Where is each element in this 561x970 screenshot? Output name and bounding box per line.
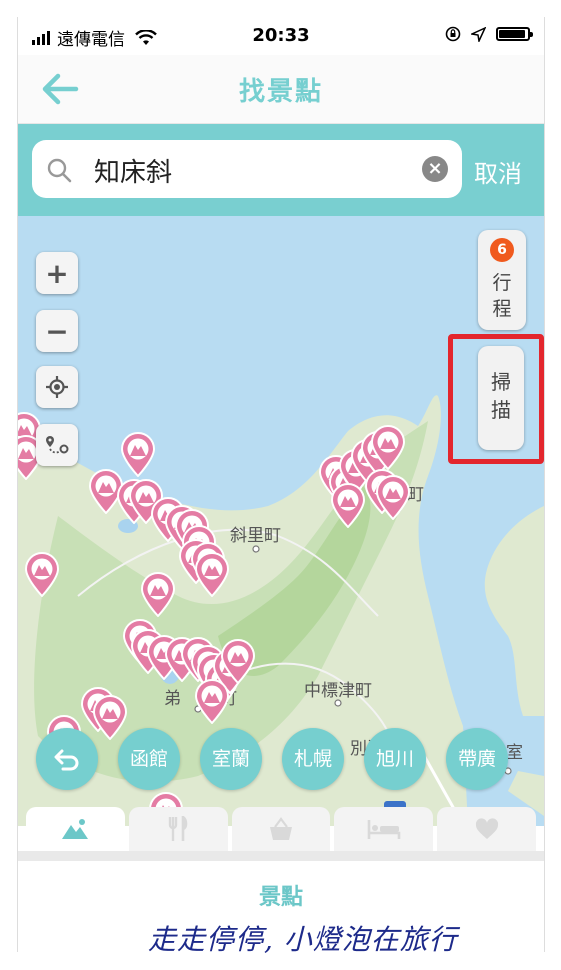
- location-arrow-icon: [471, 26, 486, 42]
- region-asahikawa[interactable]: 旭川: [364, 728, 426, 790]
- attraction-pin[interactable]: [194, 551, 230, 598]
- zoom-in-button[interactable]: +: [36, 252, 78, 294]
- locate-icon: [46, 376, 68, 398]
- route-button[interactable]: [36, 424, 78, 466]
- attraction-pin[interactable]: [194, 678, 230, 725]
- map-label-shari: 斜里町: [230, 526, 281, 546]
- itinerary-button[interactable]: 6 行程: [478, 230, 526, 330]
- cancel-button[interactable]: 取消: [474, 154, 522, 189]
- map-label-teshikaga-a: 弟: [164, 689, 181, 709]
- fork-knife-icon: [168, 816, 188, 841]
- attraction-pin[interactable]: [120, 431, 156, 478]
- locate-button[interactable]: [36, 366, 78, 408]
- search-query: 知床斜: [94, 158, 173, 188]
- zoom-in-icon: +: [45, 256, 69, 290]
- clear-icon[interactable]: ×: [422, 156, 448, 182]
- attraction-pin[interactable]: [140, 571, 176, 618]
- tab-sights[interactable]: [26, 807, 125, 851]
- scan-highlight-box: [448, 334, 544, 464]
- header: 找景點: [18, 55, 544, 124]
- battery-icon: [496, 27, 533, 41]
- region-muroran[interactable]: 室蘭: [200, 728, 262, 790]
- mountain-icon: [62, 819, 89, 839]
- search-icon: [47, 158, 72, 183]
- tab-food[interactable]: [128, 807, 228, 851]
- tab-favorites[interactable]: [437, 807, 536, 851]
- attraction-pin[interactable]: [375, 474, 411, 521]
- status-bar: 遠傳電信 20:33: [18, 17, 544, 55]
- attraction-pin[interactable]: [92, 694, 128, 741]
- zoom-out-icon: −: [45, 314, 69, 348]
- attraction-pin[interactable]: [24, 551, 60, 598]
- search-input[interactable]: 知床斜 ×: [32, 140, 462, 198]
- route-icon: [46, 436, 69, 454]
- attraction-pin[interactable]: [330, 482, 366, 529]
- attraction-pin[interactable]: [370, 424, 406, 471]
- page-title: 找景點: [238, 77, 323, 107]
- itinerary-label: 行程: [492, 272, 512, 320]
- map-label-nakashibetsu: 中標津町: [304, 681, 372, 701]
- itinerary-count-badge: 6: [490, 238, 514, 262]
- undo-icon: [54, 749, 79, 771]
- search-bar: 知床斜 × 取消: [18, 124, 544, 216]
- watermark: 走走停停, 小燈泡在旅行: [148, 923, 458, 956]
- shopping-basket-icon: [269, 817, 292, 840]
- bed-icon: [367, 820, 401, 839]
- region-obihiro[interactable]: 帶廣: [446, 728, 508, 790]
- map-label-muro: 室: [506, 743, 523, 763]
- tab-lodging[interactable]: [334, 807, 434, 851]
- tab-shopping[interactable]: [231, 807, 331, 851]
- rotation-lock-icon: [445, 26, 461, 42]
- category-tabs: [26, 807, 536, 851]
- phone-screen: 遠傳電信 20:33 找景點 知床斜 × 取消 斜里町 中標津町 弟 室 + −…: [17, 17, 545, 952]
- zoom-out-button[interactable]: −: [36, 310, 78, 352]
- panel-title: 景點: [258, 885, 303, 910]
- region-back-button[interactable]: [36, 728, 98, 790]
- region-sapporo[interactable]: 札幌: [282, 728, 344, 790]
- heart-icon: [475, 818, 498, 839]
- map-view[interactable]: 羅臼町 斜里町 中標津町 別海町 弟 町 室 + −: [18, 216, 544, 826]
- region-hakodate[interactable]: 函館: [118, 728, 180, 790]
